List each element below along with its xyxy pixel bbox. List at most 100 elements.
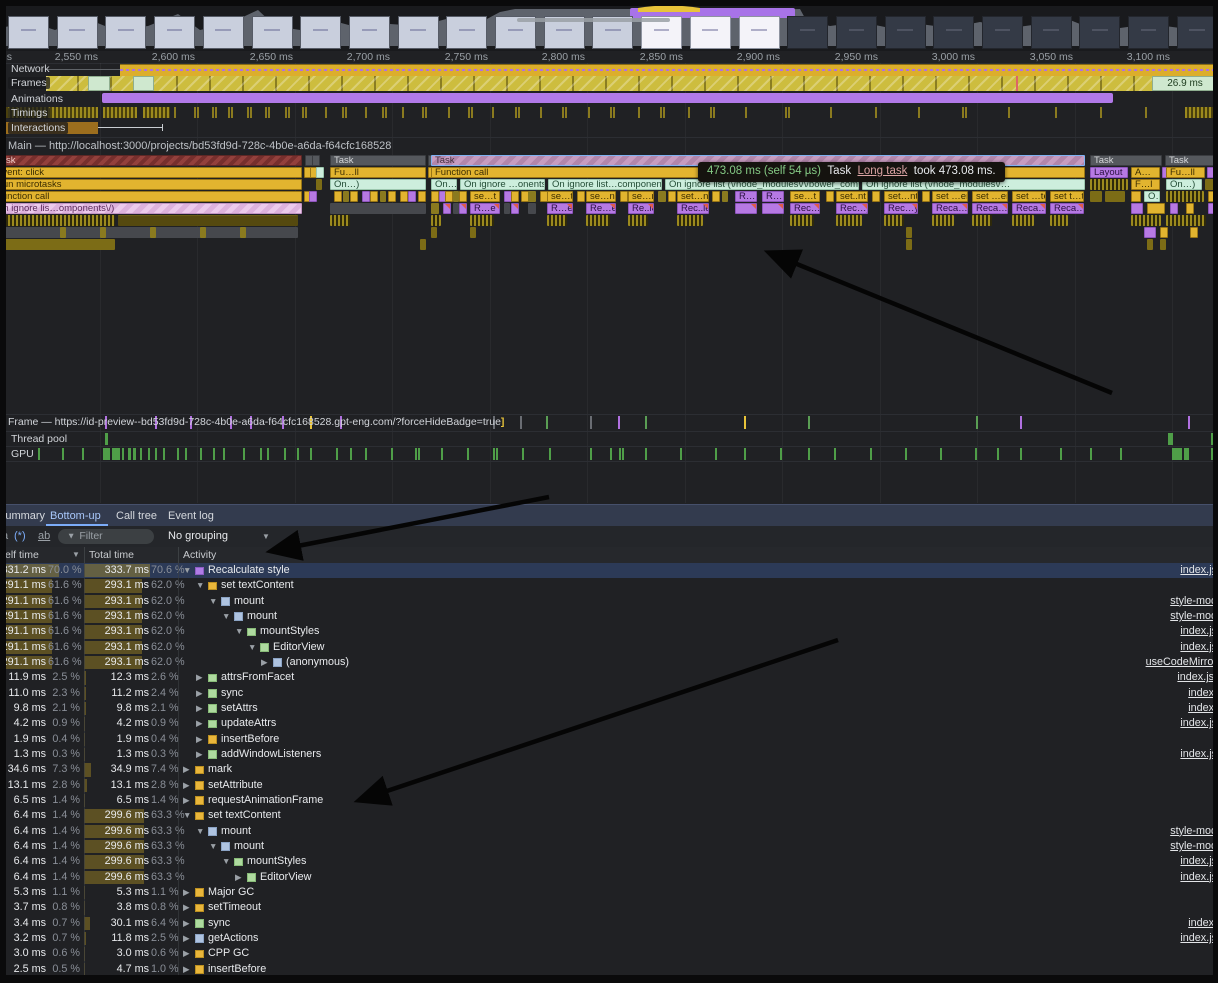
filmstrip-thumbnail[interactable] [57, 16, 98, 49]
table-row[interactable]: 6.5 ms1.4 %6.5 ms1.4 %▶requestAnimationF… [0, 793, 1218, 808]
filmstrip-thumbnail[interactable] [885, 16, 926, 49]
expanded-arrow-icon[interactable]: ▼ [222, 854, 230, 869]
flame-fragment[interactable] [1050, 215, 1068, 226]
table-row[interactable]: 11.9 ms2.5 %12.3 ms2.6 %▶attrsFromFaceti… [0, 670, 1218, 685]
expanded-arrow-icon[interactable]: ▼ [222, 609, 230, 624]
total-time-column-header[interactable]: Total time [89, 547, 134, 563]
flame-fragment[interactable] [735, 203, 757, 214]
tab-summary[interactable]: Summary [0, 505, 49, 527]
flame-fragment[interactable] [1213, 167, 1218, 178]
flame-fragment[interactable] [362, 191, 370, 202]
flame-entry[interactable]: O… [1144, 191, 1160, 202]
source-link[interactable]: style-mod [1170, 609, 1217, 624]
table-row[interactable]: 13.1 ms2.8 %13.1 ms2.8 %▶setAttribute [0, 778, 1218, 793]
collapsed-arrow-icon[interactable]: ▶ [183, 946, 190, 961]
collapsed-arrow-icon[interactable]: ▶ [196, 716, 203, 731]
flame-entry[interactable]: R…e [547, 203, 573, 214]
expanded-arrow-icon[interactable]: ▼ [183, 808, 191, 823]
self-time-column-header[interactable]: Self time [0, 547, 39, 563]
grouping-select[interactable]: No grouping [168, 526, 228, 547]
filmstrip-thumbnail[interactable] [446, 16, 487, 49]
flame-fragment[interactable] [459, 191, 467, 202]
main-flame-chart[interactable]: TaskTaskTaskTaskTaskEvent: clickFu…llFun… [0, 155, 1218, 255]
flame-fragment[interactable] [586, 215, 610, 226]
flame-fragment[interactable] [547, 215, 567, 226]
table-row[interactable]: 5.3 ms1.1 %5.3 ms1.1 %▶Major GC [0, 885, 1218, 900]
collapsed-arrow-icon[interactable]: ▶ [183, 916, 190, 931]
table-row[interactable]: 291.1 ms61.6 %293.1 ms62.0 %▼EditorViewi… [0, 640, 1218, 655]
threadpool-track-label[interactable]: Thread pool [8, 433, 70, 445]
frame-good-segment[interactable] [133, 76, 154, 91]
table-row[interactable]: 6.4 ms1.4 %299.6 ms63.3 %▼set textConten… [0, 808, 1218, 823]
flame-fragment[interactable] [836, 215, 862, 226]
source-link[interactable]: style-mod [1170, 839, 1217, 854]
flame-fragment[interactable] [431, 215, 441, 226]
flame-fragment[interactable] [418, 191, 426, 202]
whole-word-toggle[interactable]: ab [38, 526, 50, 547]
collapsed-arrow-icon[interactable]: ▶ [196, 732, 203, 747]
collapsed-arrow-icon[interactable]: ▶ [261, 655, 268, 670]
flame-entry[interactable]: Rec..le [677, 203, 709, 214]
column-divider[interactable] [84, 547, 85, 563]
flame-fragment[interactable] [712, 191, 720, 202]
filmstrip-thumbnail[interactable] [105, 16, 146, 49]
filmstrip-thumbnail[interactable] [787, 16, 828, 49]
source-link[interactable]: index.js: [1177, 670, 1217, 685]
flame-fragment[interactable] [470, 227, 476, 238]
flame-entry[interactable]: Reca…yle [1050, 203, 1084, 214]
flame-entry[interactable]: R… [735, 191, 757, 202]
flame-fragment[interactable] [334, 191, 342, 202]
flame-entry[interactable]: Rec…yle [884, 203, 918, 214]
flame-entry[interactable]: set …tent [1012, 191, 1046, 202]
flame-fragment[interactable] [316, 179, 322, 190]
flame-entry[interactable]: se…t [790, 191, 820, 202]
flame-fragment[interactable] [240, 227, 246, 238]
collapsed-arrow-icon[interactable]: ▶ [196, 686, 203, 701]
filmstrip-thumbnail[interactable] [8, 16, 49, 49]
flame-fragment[interactable] [511, 203, 519, 214]
expanded-arrow-icon[interactable]: ▼ [235, 624, 243, 639]
expanded-arrow-icon[interactable]: ▼ [209, 839, 217, 854]
filmstrip-thumbnail[interactable] [1079, 16, 1120, 49]
collapsed-arrow-icon[interactable]: ▶ [183, 762, 190, 777]
source-link[interactable]: index.js [1180, 640, 1217, 655]
flame-fragment[interactable] [872, 191, 880, 202]
flame-fragment[interactable] [200, 227, 206, 238]
flame-fragment[interactable] [459, 203, 467, 214]
flame-fragment[interactable] [1160, 227, 1168, 238]
source-link[interactable]: index. [1188, 701, 1217, 716]
flame-entry[interactable]: Re..le [628, 203, 654, 214]
table-row[interactable]: 6.4 ms1.4 %299.6 ms63.3 %▼mountStylesind… [0, 854, 1218, 869]
collapsed-arrow-icon[interactable]: ▶ [183, 900, 190, 915]
flame-entry[interactable]: Function call [0, 191, 302, 202]
flame-fragment[interactable] [0, 239, 115, 250]
grouping-dropdown-arrow[interactable]: ▼ [262, 526, 270, 547]
frames-track-label[interactable]: Frames [8, 77, 50, 89]
flame-fragment[interactable] [431, 227, 437, 238]
filmstrip-thumbnail[interactable] [690, 16, 731, 49]
flame-fragment[interactable] [443, 203, 451, 214]
flame-fragment[interactable] [504, 203, 510, 214]
flame-entry[interactable]: Task [1165, 155, 1218, 166]
flame-entry[interactable]: Run microtasks [0, 179, 302, 190]
overview-scroll-handle[interactable] [517, 18, 670, 22]
flame-fragment[interactable] [677, 215, 703, 226]
column-divider[interactable] [178, 547, 179, 563]
flame-entry[interactable]: Task [330, 155, 426, 166]
collapsed-arrow-icon[interactable]: ▶ [235, 870, 242, 885]
filmstrip-thumbnail[interactable] [349, 16, 390, 49]
flame-fragment[interactable] [826, 191, 834, 202]
collapsed-arrow-icon[interactable]: ▶ [183, 931, 190, 946]
flame-entry[interactable]: Reca…yle [932, 203, 968, 214]
expanded-arrow-icon[interactable]: ▼ [196, 824, 204, 839]
flame-fragment[interactable] [316, 167, 324, 178]
table-row[interactable]: 4.2 ms0.9 %4.2 ms0.9 %▶updateAttrsindex.… [0, 716, 1218, 731]
flame-fragment[interactable] [1144, 227, 1156, 238]
filmstrip-thumbnail[interactable] [933, 16, 974, 49]
flame-entry[interactable]: Fu…ll [330, 167, 426, 178]
table-row[interactable]: 3.0 ms0.6 %3.0 ms0.6 %▶CPP GC [0, 946, 1218, 961]
collapsed-arrow-icon[interactable]: ▶ [183, 793, 190, 808]
filmstrip-thumbnail[interactable] [252, 16, 293, 49]
flame-fragment[interactable] [118, 215, 298, 226]
long-task-link[interactable]: Long task [857, 165, 907, 177]
